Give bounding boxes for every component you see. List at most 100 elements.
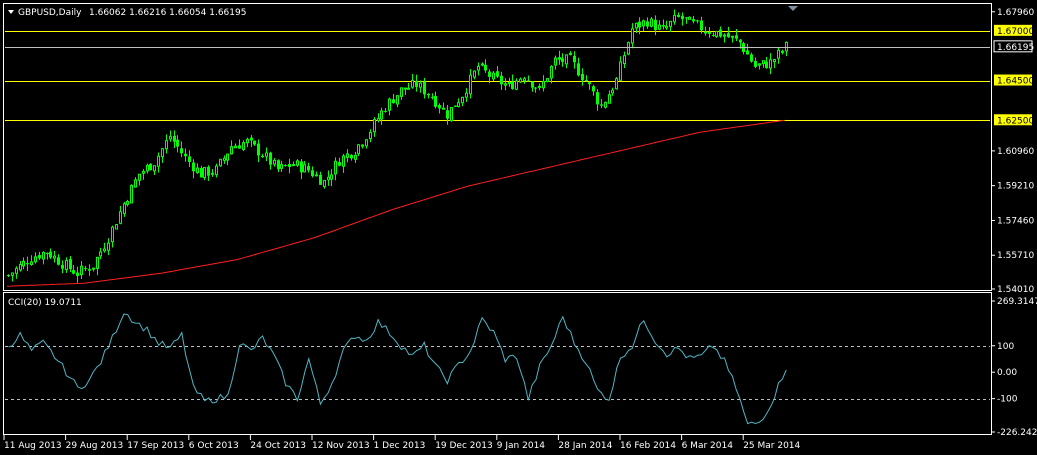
chart-canvas: GBPUSD,Daily 1.66062 1.66216 1.66054 1.6… (3, 3, 1037, 451)
candle-body (608, 94, 611, 104)
candle-body (719, 29, 722, 37)
candle-body (765, 61, 768, 68)
candle-body (134, 179, 137, 188)
candle-body (338, 162, 341, 166)
candle-body (746, 50, 749, 55)
candle-body (731, 35, 734, 38)
candle-body (511, 81, 514, 89)
candle-body (357, 144, 360, 155)
candle-body (173, 135, 176, 142)
candle-body (123, 203, 126, 215)
candle-body (700, 20, 703, 31)
candle-body (111, 226, 114, 243)
price-tags: 1.67000 1.64500 1.62500 1.66195 (993, 24, 1034, 126)
candle-body (523, 78, 526, 82)
candle-body (508, 81, 511, 84)
candle-body (142, 171, 145, 174)
candle-body (635, 22, 638, 29)
candle-body (250, 137, 253, 141)
candle-body (519, 78, 522, 83)
candle-body (388, 98, 391, 111)
candle-body (550, 65, 553, 79)
candle-body (26, 263, 29, 265)
price-tag-label: 1.64500 (997, 77, 1034, 87)
candle-body (350, 154, 353, 159)
candle-body (84, 268, 87, 270)
candle-body (434, 95, 437, 107)
candle-body (76, 272, 79, 277)
candle-body (103, 248, 106, 252)
time-tick-label: 11 Aug 2013 (4, 441, 62, 451)
candle-body (415, 80, 418, 87)
candle-body (65, 259, 68, 270)
candle-body (542, 80, 545, 89)
candle-body (307, 166, 310, 171)
candle-body (615, 78, 618, 90)
candle-body (558, 57, 561, 60)
candle-body (573, 55, 576, 63)
candle-body (277, 160, 280, 170)
candle-body (477, 66, 480, 71)
candle-body (642, 20, 645, 27)
candle-body (473, 70, 476, 78)
candle-body (715, 30, 718, 37)
time-tick-label: 9 Jan 2014 (497, 441, 545, 451)
candle-body (735, 35, 738, 39)
candle-body (534, 87, 537, 89)
candle-body (481, 63, 484, 66)
candle-body (781, 50, 784, 53)
candle-body (758, 63, 761, 66)
candle-body (265, 152, 268, 157)
candle-body (373, 119, 376, 133)
candle-body (19, 263, 22, 271)
candle-body (604, 101, 607, 108)
candle-body (146, 164, 149, 172)
candle-body (446, 110, 449, 119)
candle-body (400, 87, 403, 97)
candle-body (11, 272, 14, 276)
chart-shift-marker[interactable] (788, 6, 798, 11)
candle-body (492, 72, 495, 80)
candle-body (723, 34, 726, 37)
cci-tick-label: -226.2421 (997, 428, 1037, 438)
candle-body (219, 158, 222, 167)
candle-body (592, 86, 595, 92)
candle-body (69, 259, 72, 270)
candle-body (72, 270, 75, 274)
candle-body (253, 140, 256, 145)
candle-body (561, 58, 564, 62)
candle-body (704, 31, 707, 34)
candle-body (230, 146, 233, 155)
candle-body (130, 184, 133, 204)
price-tick-label: 1.67960 (997, 8, 1034, 18)
candle-body (273, 159, 276, 165)
candle-body (354, 154, 357, 160)
candle-body (223, 157, 226, 161)
candle-body (665, 26, 668, 29)
candle-body (330, 174, 333, 180)
candle-body (42, 251, 45, 260)
candle-body (565, 54, 568, 65)
candle-body (762, 60, 765, 65)
candle-body (261, 156, 264, 158)
price-tag-label: 1.62500 (997, 116, 1034, 126)
candle-body (300, 161, 303, 173)
time-tick-label: 28 Jan 2014 (558, 441, 612, 451)
candle-body (585, 79, 588, 81)
current-price-label: 1.66195 (997, 43, 1034, 53)
candle-body (669, 20, 672, 27)
time-tick-label: 19 Dec 2013 (435, 441, 493, 451)
price-panel-frame (3, 3, 992, 291)
candle-body (650, 18, 653, 27)
price-tick-label: 1.55710 (997, 251, 1034, 261)
candle-body (61, 265, 64, 269)
candle-body (369, 131, 372, 140)
candle-body (662, 25, 665, 27)
candle-body (754, 61, 757, 67)
triangle-down-icon[interactable] (8, 10, 14, 14)
candle-body (581, 74, 584, 81)
cci-axis: 269.3147 100 0.00 -100 -226.2421 (991, 297, 1037, 438)
candle-body (22, 260, 25, 267)
candle-body (450, 106, 453, 122)
cci-tick-label: 0.00 (997, 368, 1017, 378)
